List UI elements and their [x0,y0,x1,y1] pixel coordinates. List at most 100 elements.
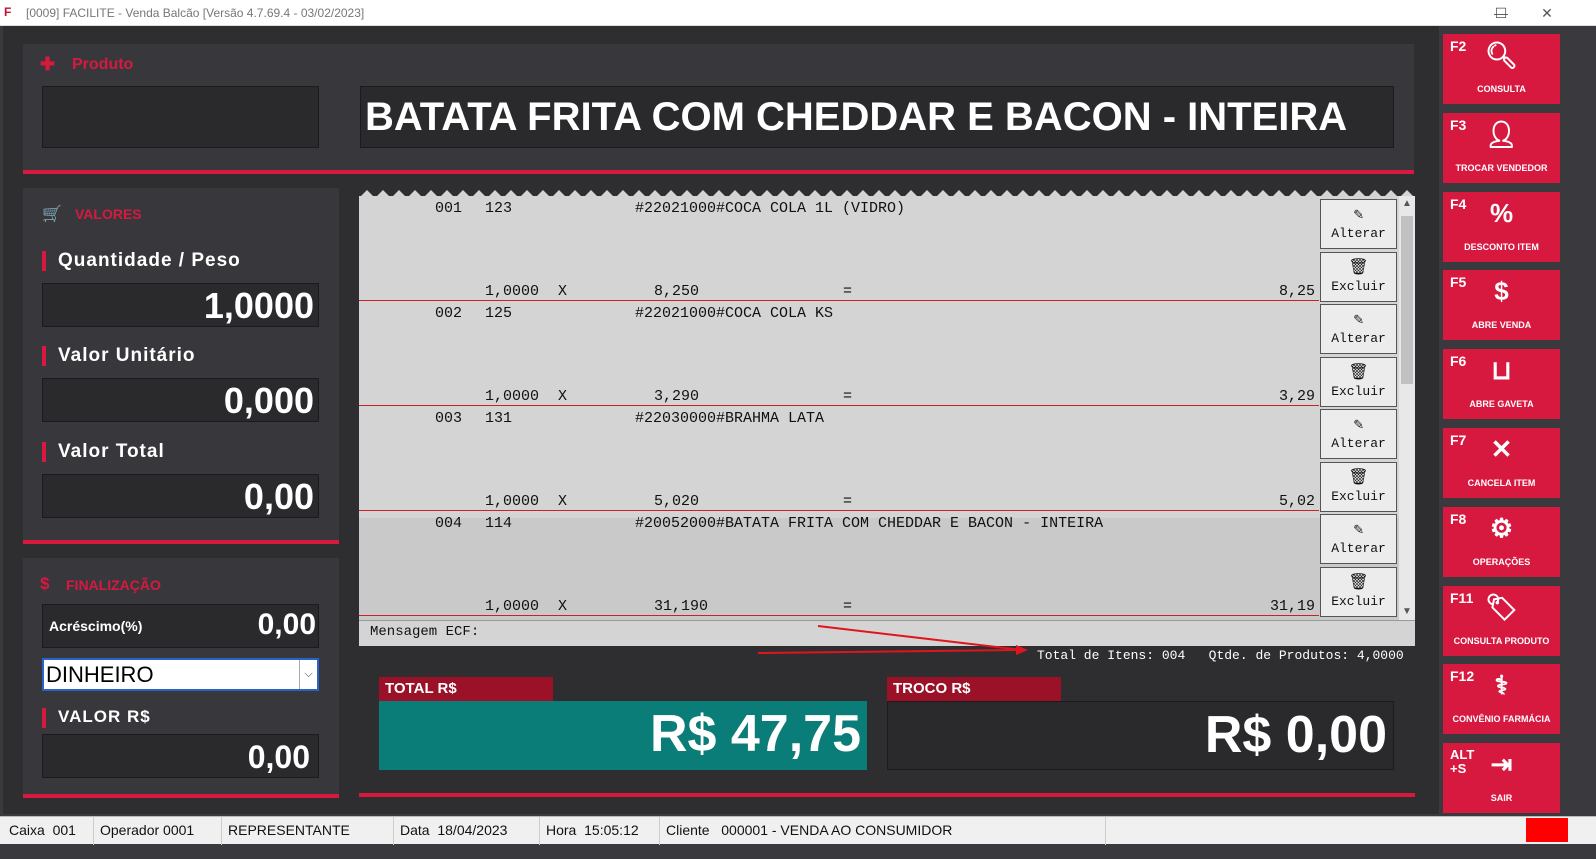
item-eq: = [843,493,853,510]
produto-code-input[interactable] [42,86,319,148]
tray-icon: ⊔ [1491,355,1512,386]
item-total: 8,25 [1278,283,1315,300]
scroll-thumb[interactable] [1401,216,1413,384]
pencil-icon: ✎ [1353,206,1364,224]
data-value: 18/04/2023 [437,822,508,838]
mensagem-ecf: Mensagem ECF: [370,624,480,640]
status-indicator [1526,818,1568,842]
item-qty: 1,0000 [485,283,540,300]
valor-label: VALOR R$ [42,707,151,728]
item-total: 31,19 [1269,598,1315,615]
fkey-label: TROCAR VENDEDOR [1455,162,1548,173]
quantidade-input[interactable]: 1,0000 [42,283,319,327]
fkey-label: OPERAÇÕES [1472,556,1531,567]
exit-icon: ⇥ [1490,749,1513,780]
hora-label: Hora [546,822,577,838]
valor-input[interactable]: 0,00 [42,734,319,778]
fkey-consulta-produto[interactable]: F11 🏷︎ CONSULTA PRODUTO [1443,585,1560,656]
operador-value: 0001 [163,822,195,838]
trash-icon: 🗑 [1348,469,1369,487]
alterar-button[interactable]: ✎ Alterar [1320,409,1397,459]
close-window-button[interactable]: ✕ [1524,0,1570,26]
table-row[interactable]: 003 131 #22030000#BRAHMA LATA 1,0000 X 5,020 =… [359,406,1319,511]
fkey-desconto-item[interactable]: F4% DESCONTO ITEM [1443,191,1560,262]
fkey-sair[interactable]: ALT +S ⇥ SAIR [1443,743,1560,814]
item-unit: 8,250 [654,283,700,300]
item-seq: 002 [435,305,463,322]
fkey-consulta[interactable]: F2 🔍︎ CONSULTA [1443,34,1560,104]
chevron-up-icon[interactable]: ▲ [1402,198,1412,209]
alterar-button[interactable]: ✎ Alterar [1320,199,1397,249]
fkey-abre-venda[interactable]: F5 $ ABRE VENDA [1443,270,1560,341]
acrescimo-value[interactable]: 0,00 [200,608,316,642]
fkey-label: SAIR [1490,793,1513,804]
fkey-label: CONVÊNIO FARMÁCIA [1452,714,1551,725]
item-unit: 5,020 [654,493,700,510]
pills-icon: ⚕ [1494,670,1509,701]
fkey-label: ABRE GAVETA [1469,399,1534,410]
excluir-button[interactable]: 🗑 Excluir [1320,357,1397,407]
qtde: 4,0000 [1356,648,1404,663]
alterar-button[interactable]: ✎ Alterar [1320,514,1397,564]
item-qty: 1,0000 [485,493,540,510]
alterar-label: Alterar [1331,436,1386,451]
total-label: Valor Total [42,441,165,463]
item-qty: 1,0000 [485,598,540,615]
table-row[interactable]: 002 125 #22021000#COCA COLA KS 1,0000 X 3,290… [359,301,1319,406]
fkey-cancela-item[interactable]: F7 ✕ CANCELA ITEM [1443,428,1560,498]
representante: REPRESENTANTE [228,822,350,838]
item-eq: = [843,598,853,615]
chevron-down-icon[interactable]: ▼ [1402,606,1412,617]
trash-icon: 🗑 [1348,574,1369,592]
dollar-icon: $ [1494,276,1509,307]
excluir-label: Excluir [1331,279,1386,294]
total-itens-label: Total de Itens: [1037,648,1155,663]
title-bar: F [0009] FACILITE - Venda Balcão [Versão… [0,0,1596,26]
total-label: TOTAL R$ [379,677,553,701]
item-x: X [558,388,568,405]
divider [23,540,339,544]
tag-icon: 🏷︎ [1484,591,1518,622]
unitario-input[interactable]: 0,000 [42,378,319,422]
item-desc: #22021000#COCA COLA 1L (VIDRO) [635,200,906,217]
alterar-button[interactable]: ✎ Alterar [1320,304,1397,354]
item-desc: #22021000#COCA COLA KS [635,305,834,322]
close-icon: ✕ [1490,434,1513,464]
excluir-button[interactable]: 🗑 Excluir [1320,462,1397,512]
quantidade-label: Quantidade / Peso [42,250,241,272]
fkey-label: CANCELA ITEM [1467,478,1536,488]
annotation-arrows [757,625,1028,655]
fkey-abre-gaveta[interactable]: F6 ⊔ ABRE GAVETA [1443,349,1560,420]
operador-label: Operador [100,822,160,838]
item-code: 123 [485,200,513,217]
pagamento-value: DINHEIRO [46,662,154,687]
fkey-opera-es[interactable]: F8 ⚙ OPERAÇÕES [1443,506,1560,577]
item-code: 125 [485,305,513,322]
maximize-button[interactable]: ☐ [1478,0,1524,26]
item-x: X [558,283,568,300]
plus-icon: ✚ [40,54,56,74]
alterar-label: Alterar [1331,331,1386,346]
scrollbar[interactable]: ▲ ▼ [1399,196,1415,620]
fkey-conv-nio-farm-cia[interactable]: F12 ⚕ CONVÊNIO FARMÁCIA [1443,664,1560,735]
summary: Total de Itens: 004 Qtde. de Produtos: 4… [1037,648,1404,663]
chevron-down-icon[interactable]: ⌵ [299,660,317,689]
item-code: 131 [485,410,513,427]
trash-icon: 🗑 [1348,259,1369,277]
hora-value: 15:05:12 [584,822,639,838]
alterar-label: Alterar [1331,541,1386,556]
excluir-button[interactable]: 🗑 Excluir [1320,252,1397,302]
excluir-button[interactable]: 🗑 Excluir [1320,567,1397,617]
excluir-label: Excluir [1331,384,1386,399]
app-icon: F [4,5,12,19]
total-itens: 004 [1161,648,1186,663]
table-row[interactable]: 001 123 #22021000#COCA COLA 1L (VIDRO) 1,00… [359,196,1319,301]
search-icon: 🔍︎ [1484,40,1518,70]
item-qty: 1,0000 [485,388,540,405]
item-eq: = [843,388,853,405]
table-row[interactable]: 004 114 #20052000#BATATA FRITA COM CHEDDAR… [359,511,1319,616]
fkey-trocar-vendedor[interactable]: F3 👤︎ TROCAR VENDEDOR [1443,112,1560,183]
unitario-label: Valor Unitário [42,345,196,367]
user-icon: 👤︎ [1484,118,1518,149]
pagamento-select[interactable]: DINHEIRO ⌵ [42,658,319,691]
